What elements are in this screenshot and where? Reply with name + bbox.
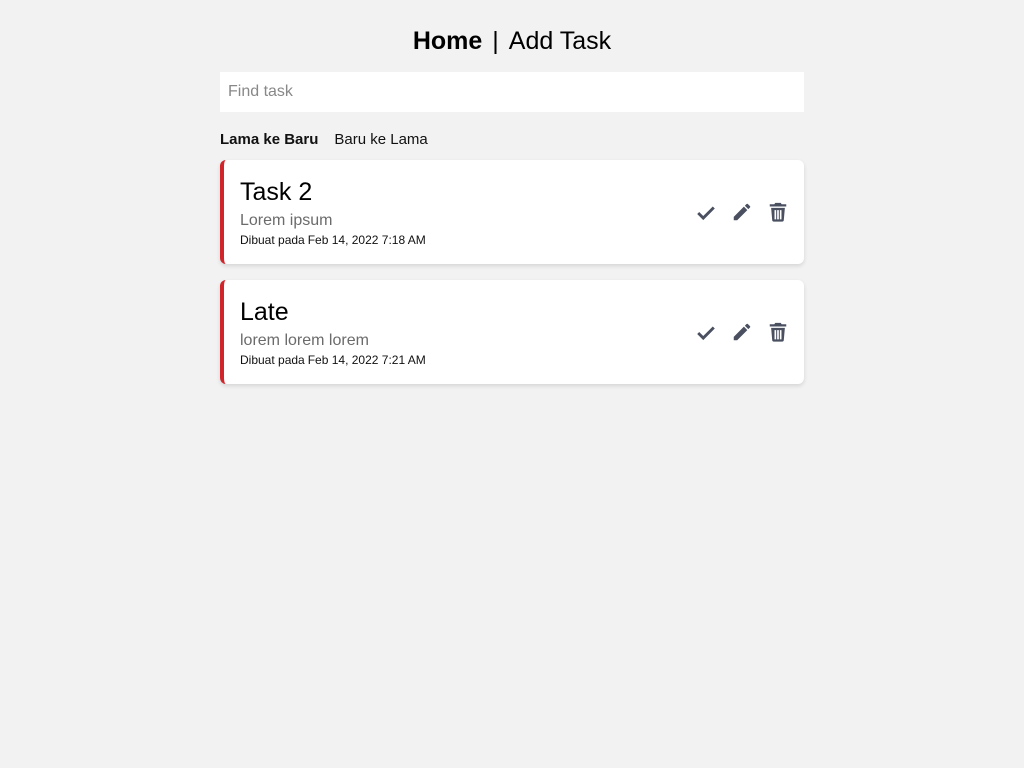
sort-newest-first[interactable]: Baru ke Lama xyxy=(334,131,427,148)
delete-task-button[interactable] xyxy=(766,200,790,224)
task-actions xyxy=(694,320,790,344)
nav-add-task-link[interactable]: Add Task xyxy=(509,27,611,55)
task-title: Late xyxy=(240,298,289,326)
delete-task-button[interactable] xyxy=(766,320,790,344)
trash-icon xyxy=(769,322,787,342)
created-prefix: Dibuat pada xyxy=(240,233,305,247)
task-card: Task 2 Lorem ipsum Dibuat pada Feb 14, 20… xyxy=(220,160,804,264)
task-description: Lorem ipsum xyxy=(240,212,333,229)
task-title: Task 2 xyxy=(240,178,313,206)
pencil-icon xyxy=(733,323,751,341)
task-created-date: Dibuat pada Feb 14, 2022 7:21 AM xyxy=(240,352,426,368)
created-prefix: Dibuat pada xyxy=(240,353,305,367)
complete-task-button[interactable] xyxy=(694,200,718,224)
nav-home-link[interactable]: Home xyxy=(413,27,482,55)
task-description: lorem lorem lorem xyxy=(240,332,369,349)
created-timestamp: Feb 14, 2022 7:21 AM xyxy=(307,353,426,367)
sort-options: Lama ke Baru Baru ke Lama xyxy=(220,130,428,150)
created-timestamp: Feb 14, 2022 7:18 AM xyxy=(307,233,426,247)
sort-oldest-first[interactable]: Lama ke Baru xyxy=(220,131,318,148)
edit-task-button[interactable] xyxy=(730,320,754,344)
task-actions xyxy=(694,200,790,224)
search-input[interactable] xyxy=(220,72,804,112)
task-created-date: Dibuat pada Feb 14, 2022 7:18 AM xyxy=(240,232,426,248)
complete-task-button[interactable] xyxy=(694,320,718,344)
check-icon xyxy=(697,326,715,341)
task-card: Late lorem lorem lorem Dibuat pada Feb 14… xyxy=(220,280,804,384)
nav-separator: | xyxy=(492,27,499,55)
edit-task-button[interactable] xyxy=(730,200,754,224)
top-nav: Home | Add Task xyxy=(220,24,804,58)
trash-icon xyxy=(769,202,787,222)
check-icon xyxy=(697,206,715,221)
pencil-icon xyxy=(733,203,751,221)
